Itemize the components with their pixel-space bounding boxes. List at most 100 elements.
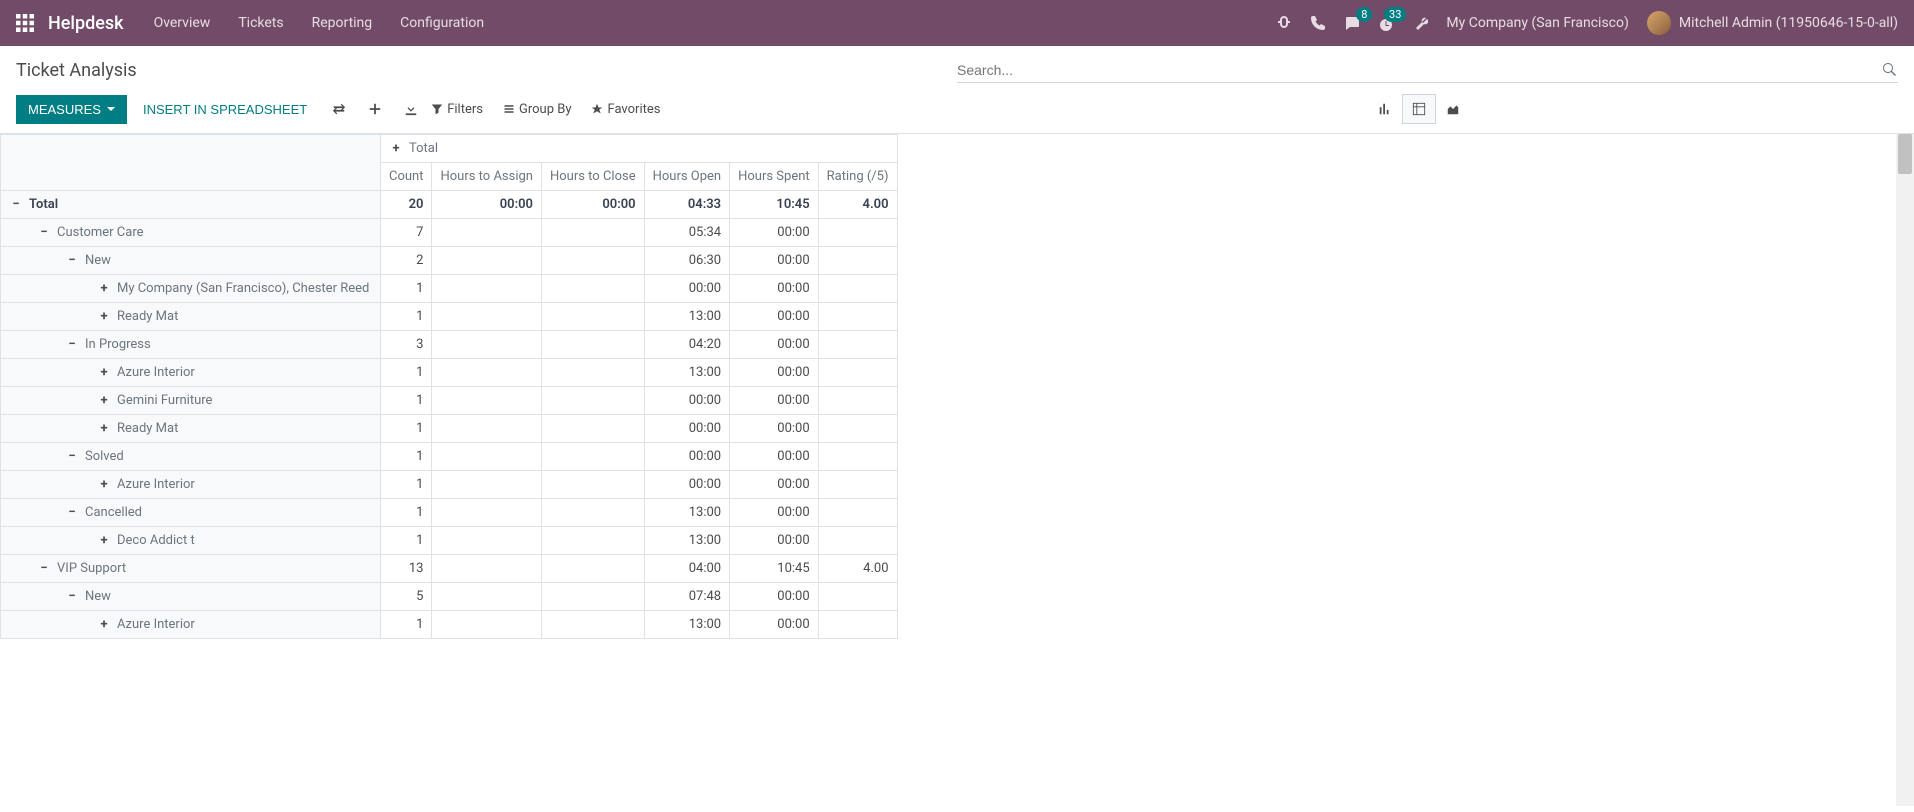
minus-icon[interactable]: −	[65, 506, 79, 520]
minus-icon[interactable]: −	[65, 590, 79, 604]
flip-axis-button[interactable]	[323, 93, 355, 125]
main-navbar: Helpdesk Overview Tickets Reporting Conf…	[0, 0, 1914, 46]
row-header[interactable]: + Deco Addict t	[1, 527, 381, 555]
row-header[interactable]: −Solved	[1, 443, 381, 471]
view-cohort-button[interactable]	[1436, 94, 1470, 124]
favorites-menu[interactable]: Favorites	[591, 102, 660, 117]
download-button[interactable]	[395, 93, 427, 125]
row-header[interactable]: +Azure Interior	[1, 471, 381, 499]
row-label: Azure Interior	[117, 617, 195, 632]
row-label: VIP Support	[57, 561, 126, 576]
scrollbar-thumb[interactable]	[1898, 134, 1912, 174]
cell-count: 2	[381, 247, 432, 275]
tools-icon[interactable]	[1412, 15, 1428, 31]
cell-hta	[432, 443, 542, 471]
nav-configuration[interactable]: Configuration	[400, 15, 484, 31]
user-name: Mitchell Admin (11950646-15-0-all)	[1679, 15, 1898, 31]
nav-reporting[interactable]: Reporting	[312, 15, 373, 31]
row-header[interactable]: +My Company (San Francisco), Chester Ree…	[1, 275, 381, 303]
view-graph-button[interactable]	[1368, 94, 1402, 124]
cell-htc	[541, 387, 644, 415]
minus-icon[interactable]: −	[37, 562, 51, 576]
cell-rating	[818, 583, 897, 611]
row-header[interactable]: +Azure Interior	[1, 359, 381, 387]
cell-rating	[818, 527, 897, 555]
minus-icon[interactable]: −	[37, 226, 51, 240]
row-header[interactable]: −Cancelled	[1, 499, 381, 527]
cell-hs: 00:00	[730, 499, 819, 527]
plus-icon[interactable]: +	[389, 142, 403, 156]
row-header[interactable]: −VIP Support	[1, 555, 381, 583]
filters-menu[interactable]: Filters	[431, 102, 483, 117]
row-header[interactable]: −In Progress	[1, 331, 381, 359]
messaging-icon[interactable]: 8	[1344, 15, 1360, 31]
row-header[interactable]: + Ready Mat	[1, 415, 381, 443]
col-hours-open[interactable]: Hours Open	[644, 163, 730, 191]
search-box[interactable]	[957, 58, 1898, 83]
col-hours-close[interactable]: Hours to Close	[541, 163, 644, 191]
cell-hta	[432, 499, 542, 527]
minus-icon[interactable]: −	[9, 198, 23, 212]
minus-icon[interactable]: −	[65, 254, 79, 268]
activity-icon[interactable]: 33	[1378, 15, 1394, 31]
row-header[interactable]: +Gemini Furniture	[1, 387, 381, 415]
row-label: Deco Addict t	[117, 533, 195, 548]
cell-hs: 00:00	[730, 331, 819, 359]
col-count[interactable]: Count	[381, 163, 432, 191]
plus-icon[interactable]: +	[97, 422, 111, 436]
plus-icon[interactable]: +	[97, 478, 111, 492]
minus-icon[interactable]: −	[65, 338, 79, 352]
pivot-row: +Ready Mat100:0000:00	[1, 415, 898, 443]
plus-icon[interactable]: +	[97, 394, 111, 408]
company-switcher[interactable]: My Company (San Francisco)	[1446, 15, 1628, 31]
col-total-header[interactable]: +Total	[381, 135, 898, 163]
plus-icon[interactable]: +	[97, 534, 111, 548]
cell-rating	[818, 443, 897, 471]
cell-count: 1	[381, 443, 432, 471]
groupby-menu[interactable]: Group By	[503, 102, 572, 117]
cell-hs: 00:00	[730, 247, 819, 275]
row-label: Ready Mat	[117, 421, 178, 436]
plus-icon[interactable]: +	[97, 618, 111, 632]
debug-icon[interactable]	[1276, 15, 1292, 31]
nav-tickets[interactable]: Tickets	[238, 15, 283, 31]
user-menu[interactable]: Mitchell Admin (11950646-15-0-all)	[1647, 11, 1898, 35]
search-icon[interactable]	[1882, 62, 1898, 78]
view-pivot-button[interactable]	[1402, 94, 1436, 124]
phone-icon[interactable]	[1310, 15, 1326, 31]
measures-button[interactable]: MEASURES	[16, 95, 127, 124]
cell-rating: 4.00	[818, 555, 897, 583]
cell-htc	[541, 443, 644, 471]
cell-rating: 4.00	[818, 191, 897, 219]
col-hours-assign[interactable]: Hours to Assign	[432, 163, 542, 191]
row-header[interactable]: −Total	[1, 191, 381, 219]
cell-rating	[818, 415, 897, 443]
vertical-scrollbar[interactable]	[1896, 134, 1914, 806]
plus-icon[interactable]: +	[97, 310, 111, 324]
row-header[interactable]: +Ready Mat	[1, 303, 381, 331]
pivot-row: +Azure Interior113:0000:00	[1, 611, 898, 639]
insert-spreadsheet-button[interactable]: INSERT IN SPREADSHEET	[131, 95, 319, 124]
search-input[interactable]	[957, 62, 1882, 78]
col-rating[interactable]: Rating (/5)	[818, 163, 897, 191]
nav-overview[interactable]: Overview	[154, 15, 211, 31]
apps-icon[interactable]	[16, 14, 34, 32]
plus-icon[interactable]: +	[97, 366, 111, 380]
cell-count: 5	[381, 583, 432, 611]
cell-hs: 00:00	[730, 415, 819, 443]
cell-ho: 00:00	[644, 415, 730, 443]
row-header[interactable]: + Azure Interior	[1, 611, 381, 639]
row-label: Total	[29, 197, 58, 212]
plus-icon[interactable]: +	[97, 282, 111, 296]
row-header[interactable]: −New	[1, 247, 381, 275]
cell-hta	[432, 359, 542, 387]
minus-icon[interactable]: −	[65, 450, 79, 464]
pivot-row: −Customer Care705:3400:00	[1, 219, 898, 247]
cell-count: 1	[381, 611, 432, 639]
app-brand[interactable]: Helpdesk	[48, 13, 124, 34]
col-hours-spent[interactable]: Hours Spent	[730, 163, 819, 191]
expand-all-button[interactable]	[359, 93, 391, 125]
cell-ho: 13:00	[644, 611, 730, 639]
row-header[interactable]: −New	[1, 583, 381, 611]
row-header[interactable]: −Customer Care	[1, 219, 381, 247]
